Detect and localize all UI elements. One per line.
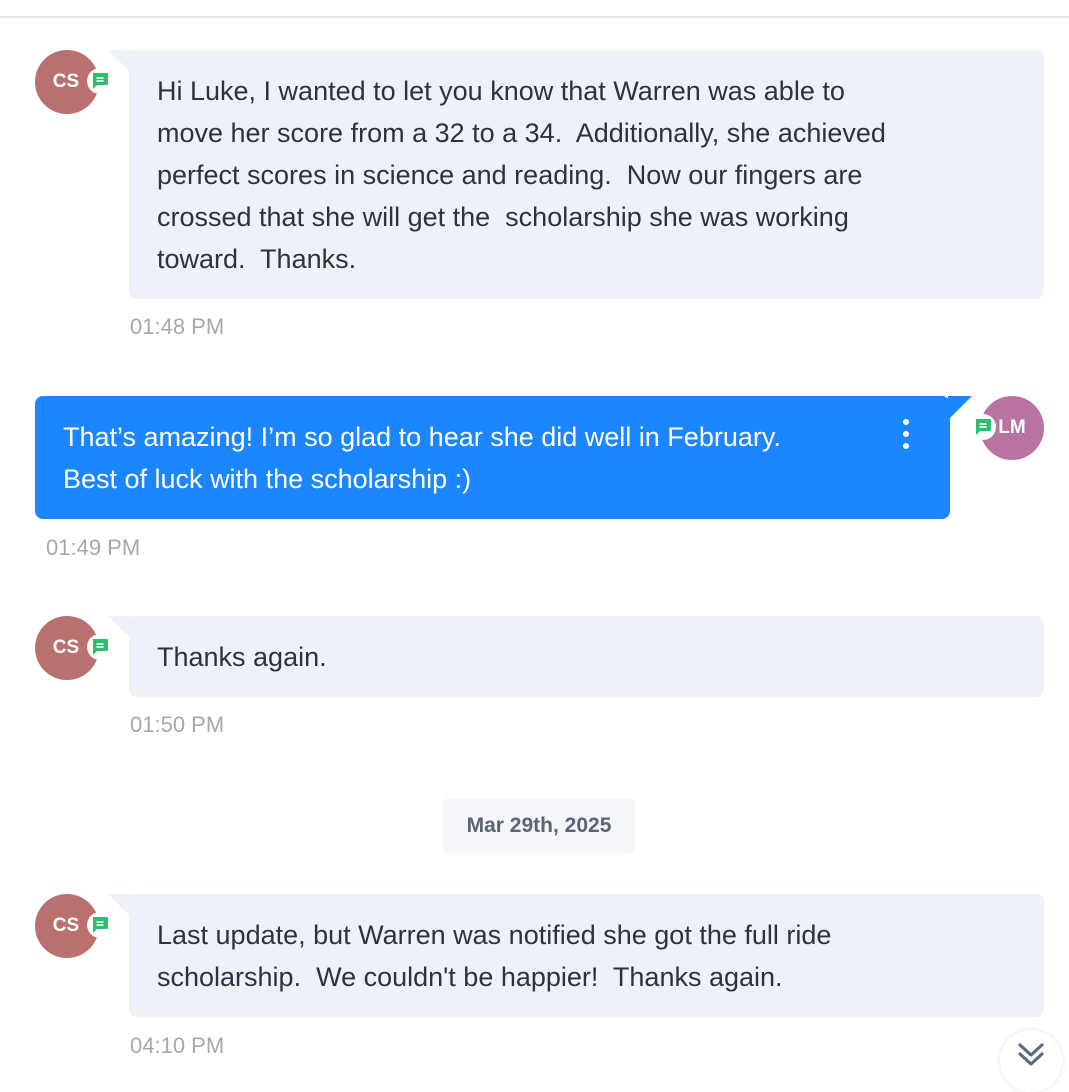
message-bubble[interactable]: That’s amazing! I’m so glad to hear she … xyxy=(35,396,950,519)
message-text: Hi Luke, I wanted to let you know that W… xyxy=(157,76,845,106)
message-text: crossed that she will get the scholarshi… xyxy=(157,202,849,232)
bubble-tail xyxy=(948,396,972,420)
message-text: toward. Thanks. xyxy=(157,244,357,274)
message-text: Thanks again. xyxy=(157,642,327,672)
message-timestamp: 01:50 PM xyxy=(130,712,225,737)
message-text: scholarship. We couldn't be happier! Tha… xyxy=(157,962,783,992)
message-bubble[interactable]: Hi Luke, I wanted to let you know that W… xyxy=(129,50,1044,299)
message-timestamp: 01:49 PM xyxy=(46,535,141,560)
header-divider xyxy=(0,16,1069,18)
more-vertical-icon[interactable] xyxy=(900,419,912,449)
message-bubble[interactable]: Last update, but Warren was notified she… xyxy=(129,894,1044,1017)
avatar-initials: LM xyxy=(998,417,1026,438)
message-timestamp: 01:48 PM xyxy=(130,314,225,339)
avatar-initials: CS xyxy=(52,637,80,658)
avatar-initials: CS xyxy=(52,71,80,92)
message-text: Best of luck with the scholarship :) xyxy=(63,464,472,494)
message-text: move her score from a 32 to a 34. Additi… xyxy=(157,118,886,148)
message-text: That’s amazing! I’m so glad to hear she … xyxy=(63,422,781,452)
date-separator: Mar 29th, 2025 xyxy=(443,798,635,854)
message-text: perfect scores in science and reading. N… xyxy=(157,160,863,190)
message-timestamp: 04:10 PM xyxy=(130,1033,225,1058)
message-bubble[interactable]: Thanks again. xyxy=(129,616,1044,697)
message-text: Last update, but Warren was notified she… xyxy=(157,920,832,950)
scroll-to-bottom-button[interactable] xyxy=(1000,1030,1062,1092)
avatar-initials: CS xyxy=(52,915,80,936)
sms-chat-icon xyxy=(970,414,996,440)
double-chevron-down-icon xyxy=(1018,1043,1044,1066)
